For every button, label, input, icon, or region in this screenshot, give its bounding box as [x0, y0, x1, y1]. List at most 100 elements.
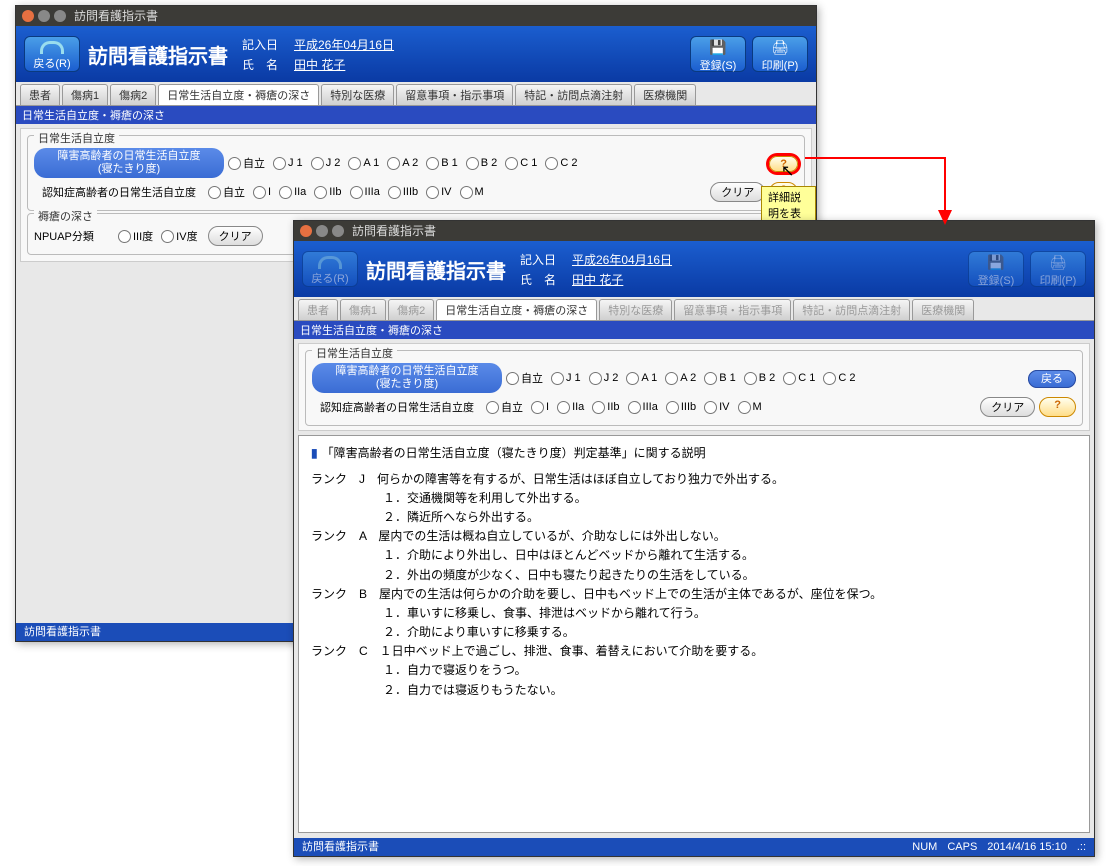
- radio-opt[interactable]: B 2: [744, 372, 776, 385]
- close-icon[interactable]: [300, 225, 312, 237]
- status-left: 訪問看護指示書: [24, 623, 101, 641]
- clear-button[interactable]: クリア: [710, 182, 765, 202]
- fieldset-adl: 日常生活自立度 障害高齢者の日常生活自立度(寝たきり度) 自立 J 1 J 2 …: [27, 135, 805, 211]
- radio-opt[interactable]: C 2: [545, 157, 577, 170]
- register-button[interactable]: 💾登録(S): [690, 36, 746, 72]
- radio-opt[interactable]: IIIb: [666, 401, 696, 414]
- radio-opt[interactable]: I: [253, 186, 271, 199]
- radio-opt[interactable]: IV度: [161, 228, 197, 244]
- radio-opt[interactable]: III度: [118, 228, 153, 244]
- radio-opt[interactable]: IV: [426, 186, 451, 199]
- tab-notes[interactable]: 留意事項・指示事項: [396, 84, 513, 105]
- radio-opt[interactable]: A 1: [626, 372, 657, 385]
- radios-netakiri: 自立 J 1 J 2 A 1 A 2 B 1 B 2 C 1 C 2: [506, 370, 855, 386]
- radio-opt[interactable]: J 2: [311, 157, 341, 170]
- radio-opt[interactable]: A 1: [348, 157, 379, 170]
- radios-depth: III度 IV度: [118, 228, 198, 244]
- minimize-icon[interactable]: [316, 225, 328, 237]
- radio-opt[interactable]: A 2: [387, 157, 418, 170]
- maximize-icon[interactable]: [54, 10, 66, 22]
- explain-line: １．自力で寝返りをうつ。: [311, 661, 1077, 680]
- radio-opt[interactable]: C 1: [505, 157, 537, 170]
- radio-opt[interactable]: M: [460, 186, 484, 199]
- radio-opt[interactable]: IIIa: [350, 186, 380, 199]
- tab-drip[interactable]: 特記・訪問点滴注射: [515, 84, 632, 105]
- printer-icon: 🖨: [771, 39, 789, 56]
- meta-date-value: 平成26年04月16日: [572, 251, 672, 268]
- tab-row: 患者 傷病1 傷病2 日常生活自立度・褥瘡の深さ 特別な医療 留意事項・指示事項…: [16, 82, 816, 106]
- radio-opt[interactable]: C 2: [823, 372, 855, 385]
- tab-adl[interactable]: 日常生活自立度・褥瘡の深さ: [436, 299, 597, 320]
- tab-special: 特別な医療: [599, 299, 672, 320]
- radio-opt[interactable]: IIb: [314, 186, 341, 199]
- radio-opt[interactable]: IIb: [592, 401, 619, 414]
- section-header: 日常生活自立度・褥瘡の深さ: [16, 106, 816, 124]
- radio-opt[interactable]: I: [531, 401, 549, 414]
- radio-opt[interactable]: B 1: [704, 372, 736, 385]
- meta-name-label: 氏 名: [520, 271, 564, 288]
- back-button[interactable]: 戻る(R): [24, 36, 80, 72]
- tab-adl[interactable]: 日常生活自立度・褥瘡の深さ: [158, 84, 319, 105]
- back-small-button[interactable]: 戻る: [1028, 370, 1076, 388]
- tab-injury1[interactable]: 傷病1: [62, 84, 108, 105]
- status-time: 2014/4/16 15:10: [987, 838, 1067, 856]
- radios-netakiri: 自立 J 1 J 2 A 1 A 2 B 1 B 2 C 1 C 2: [228, 155, 577, 171]
- help-button[interactable]: ?: [1039, 397, 1076, 417]
- tab-facility: 医療機関: [912, 299, 974, 320]
- radio-opt[interactable]: J 1: [273, 157, 303, 170]
- titlebar[interactable]: 訪問看護指示書: [294, 221, 1094, 241]
- titlebar[interactable]: 訪問看護指示書: [16, 6, 816, 26]
- legend-depth: 褥瘡の深さ: [34, 208, 97, 224]
- statusbar: 訪問看護指示書 NUM CAPS 2014/4/16 15:10 .::: [294, 838, 1094, 856]
- radios-dementia: 自立 I IIa IIb IIIa IIIb IV M: [208, 184, 484, 200]
- print-button: 🖨印刷(P): [1030, 251, 1086, 287]
- npuap-label: NPUAP分類: [34, 228, 114, 244]
- radio-opt[interactable]: IIa: [279, 186, 306, 199]
- tab-special[interactable]: 特別な医療: [321, 84, 394, 105]
- radio-opt[interactable]: IV: [704, 401, 729, 414]
- meta-block: 記入日平成26年04月16日 氏 名田中 花子: [520, 249, 672, 289]
- maximize-icon[interactable]: [332, 225, 344, 237]
- tab-injury2: 傷病2: [388, 299, 434, 320]
- register-button: 💾登録(S): [968, 251, 1024, 287]
- radio-opt[interactable]: M: [738, 401, 762, 414]
- clear-button[interactable]: クリア: [980, 397, 1035, 417]
- clear-button[interactable]: クリア: [208, 226, 263, 246]
- radio-opt[interactable]: C 1: [783, 372, 815, 385]
- radio-opt[interactable]: B 2: [466, 157, 498, 170]
- tab-facility[interactable]: 医療機関: [634, 84, 696, 105]
- resize-grip-icon[interactable]: .::: [1077, 838, 1086, 856]
- label-dementia: 認知症高齢者の日常生活自立度: [34, 184, 204, 200]
- radio-opt[interactable]: J 1: [551, 372, 581, 385]
- radio-opt[interactable]: 自立: [506, 370, 543, 386]
- status-num: NUM: [912, 838, 937, 856]
- print-button[interactable]: 🖨印刷(P): [752, 36, 808, 72]
- radio-opt[interactable]: A 2: [665, 372, 696, 385]
- meta-name-value: 田中 花子: [572, 271, 623, 288]
- explain-line: ２．介助により車いすに移乗する。: [311, 623, 1077, 642]
- app-title: 訪問看護指示書: [366, 255, 506, 284]
- legend-adl: 日常生活自立度: [312, 345, 397, 361]
- explain-line: ２．外出の頻度が少なく、日中も寝たり起きたりの生活をしている。: [311, 566, 1077, 585]
- tab-patient[interactable]: 患者: [20, 84, 60, 105]
- info-icon: ▮: [311, 446, 318, 460]
- explain-line: ２．隣近所へなら外出する。: [311, 508, 1077, 527]
- close-icon[interactable]: [22, 10, 34, 22]
- explain-line: １．交通機関等を利用して外出する。: [311, 489, 1077, 508]
- radio-opt[interactable]: IIIa: [628, 401, 658, 414]
- radio-opt[interactable]: J 2: [589, 372, 619, 385]
- explain-line: ランク C １日中ベッド上で過ごし、排泄、食事、着替えにおいて介助を要する。: [311, 642, 1077, 661]
- help-button[interactable]: ?: [769, 156, 798, 172]
- radio-opt[interactable]: IIIb: [388, 186, 418, 199]
- radio-opt[interactable]: B 1: [426, 157, 458, 170]
- explain-line: １．介助により外出し、日中はほとんどベッドから離れて生活する。: [311, 546, 1077, 565]
- radio-opt[interactable]: 自立: [228, 155, 265, 171]
- minimize-icon[interactable]: [38, 10, 50, 22]
- tab-injury2[interactable]: 傷病2: [110, 84, 156, 105]
- radio-opt[interactable]: 自立: [208, 184, 245, 200]
- meta-date-value: 平成26年04月16日: [294, 36, 394, 53]
- app-title: 訪問看護指示書: [88, 40, 228, 69]
- radio-opt[interactable]: IIa: [557, 401, 584, 414]
- meta-name-value: 田中 花子: [294, 56, 345, 73]
- radio-opt[interactable]: 自立: [486, 399, 523, 415]
